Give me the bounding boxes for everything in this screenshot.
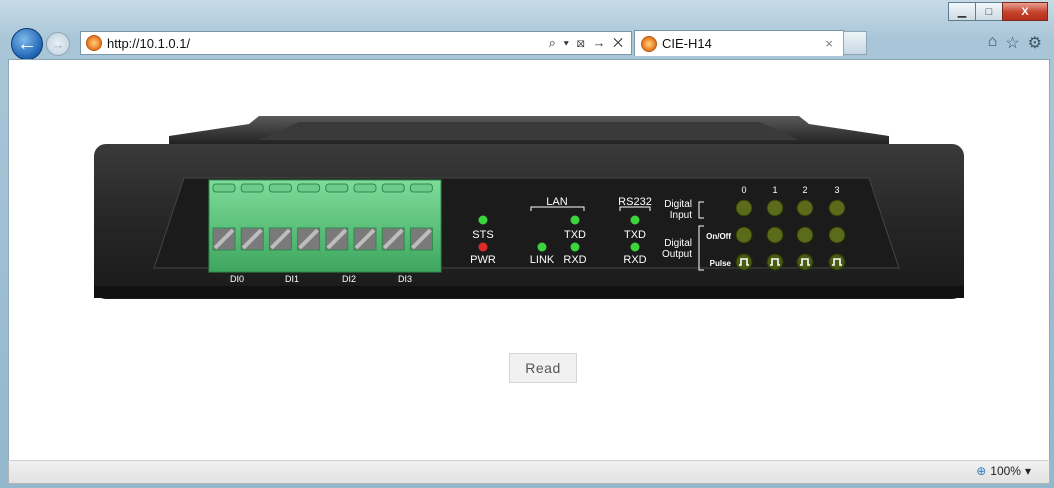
forward-arrow-icon: → bbox=[51, 36, 65, 52]
digital-output-pulse-led-2[interactable] bbox=[796, 253, 814, 271]
zoom-dropdown-icon[interactable]: ▾ bbox=[1025, 464, 1031, 478]
tab-close-icon[interactable]: × bbox=[825, 36, 833, 51]
lan-link-label: LINK bbox=[530, 254, 555, 266]
terminal-screw-icon bbox=[381, 183, 405, 193]
terminal-screw-icon bbox=[240, 183, 264, 193]
address-bar[interactable]: http://10.1.0.1/ ⌕ ▾ ⊠ → ✕ bbox=[80, 31, 632, 55]
device-top-bevel bbox=[259, 122, 799, 140]
digital-output-pulse-led-0[interactable] bbox=[735, 253, 753, 271]
digital-input-label-2: Input bbox=[670, 210, 692, 221]
digital-input-label-1: Digital bbox=[664, 199, 692, 210]
sts-led-icon bbox=[478, 215, 488, 225]
terminal-screw-icon bbox=[325, 183, 349, 193]
terminal-label-di2: DI2 bbox=[342, 274, 356, 284]
site-favicon-icon bbox=[86, 35, 102, 51]
maximize-button[interactable]: □ bbox=[975, 2, 1003, 21]
star-icon[interactable]: ☆ bbox=[1005, 33, 1019, 53]
zoom-level: 100% bbox=[990, 464, 1021, 478]
url-text[interactable]: http://10.1.0.1/ bbox=[107, 36, 190, 51]
browser-window: ▁ □ X ← → http://10.1.0.1/ ⌕ ▾ ⊠ → ✕ CIE… bbox=[0, 0, 1054, 488]
gear-icon[interactable]: ⚙ bbox=[1028, 33, 1042, 53]
digital-output-onoff-led-1[interactable] bbox=[766, 226, 784, 244]
lan-txd-label: TXD bbox=[564, 229, 586, 241]
digital-output-label-2: Output bbox=[662, 249, 692, 260]
terminal-label-di1: DI1 bbox=[285, 274, 299, 284]
pulse-label: Pulse bbox=[710, 259, 732, 268]
channel-number-2: 2 bbox=[802, 185, 807, 195]
address-tools[interactable]: ⌕ ▾ ⊠ → ✕ bbox=[549, 35, 625, 51]
terminal-screw-icon bbox=[409, 183, 433, 193]
sts-label: STS bbox=[472, 229, 493, 241]
browser-tools: ⌂ ☆ ⚙ bbox=[988, 33, 1042, 53]
digital-output-onoff-led-3[interactable] bbox=[828, 226, 846, 244]
read-button[interactable]: Read bbox=[509, 353, 577, 383]
lan-rxd-label: RXD bbox=[563, 254, 586, 266]
terminal-screw-icon bbox=[268, 183, 292, 193]
terminal-screw-icon bbox=[212, 183, 236, 193]
rs232-rxd-led-icon bbox=[630, 242, 640, 252]
digital-input-led-3 bbox=[828, 199, 846, 217]
terminal-block bbox=[208, 179, 442, 273]
pwr-led-icon bbox=[478, 242, 488, 252]
lan-txd-led-icon bbox=[570, 215, 580, 225]
channel-number-0: 0 bbox=[741, 185, 746, 195]
close-button[interactable]: X bbox=[1002, 2, 1048, 21]
channel-number-3: 3 bbox=[834, 185, 839, 195]
back-arrow-icon: ← bbox=[17, 32, 37, 55]
digital-output-onoff-led-2[interactable] bbox=[796, 226, 814, 244]
digital-input-led-2 bbox=[796, 199, 814, 217]
new-tab-button[interactable] bbox=[843, 31, 867, 55]
digital-output-pulse-led-3[interactable] bbox=[828, 253, 846, 271]
window-controls: ▁ □ X bbox=[948, 2, 1048, 21]
tab-cie-h14[interactable]: CIE-H14 × bbox=[634, 30, 844, 56]
home-icon[interactable]: ⌂ bbox=[988, 33, 998, 53]
lan-rxd-led-icon bbox=[570, 242, 580, 252]
tab-favicon-icon bbox=[641, 35, 657, 52]
status-bar: ⊕ 100% ▾ bbox=[8, 460, 1050, 484]
lan-title: LAN bbox=[546, 196, 567, 208]
zoom-control[interactable]: ⊕ 100% ▾ bbox=[976, 464, 1031, 478]
device-base bbox=[94, 286, 964, 298]
rs232-txd-label: TXD bbox=[624, 229, 646, 241]
zoom-icon: ⊕ bbox=[976, 464, 987, 478]
navigation-bar: ← → http://10.1.0.1/ ⌕ ▾ ⊠ → ✕ CIE-H14 ×… bbox=[0, 27, 1054, 60]
terminal-screw-icon bbox=[297, 183, 321, 193]
terminal-label-di0: DI0 bbox=[230, 274, 244, 284]
lan-link-led-icon bbox=[537, 242, 547, 252]
forward-button[interactable]: → bbox=[46, 32, 70, 56]
channel-number-1: 1 bbox=[772, 185, 777, 195]
digital-output-onoff-led-0[interactable] bbox=[735, 226, 753, 244]
pwr-label: PWR bbox=[470, 254, 496, 266]
device-panel: DI0 DI1 DI2 DI3 STS PWR LAN TXD LINK RXD… bbox=[94, 116, 964, 299]
terminal-screw-icon bbox=[353, 183, 377, 193]
digital-output-pulse-led-1[interactable] bbox=[766, 253, 784, 271]
back-button[interactable]: ← bbox=[11, 28, 43, 60]
digital-input-led-0 bbox=[735, 199, 753, 217]
page-content: DI0 DI1 DI2 DI3 STS PWR LAN TXD LINK RXD… bbox=[8, 59, 1050, 462]
digital-output-label-1: Digital bbox=[664, 238, 692, 249]
rs232-title: RS232 bbox=[618, 196, 652, 208]
terminal-label-di3: DI3 bbox=[398, 274, 412, 284]
rs232-txd-led-icon bbox=[630, 215, 640, 225]
tab-title: CIE-H14 bbox=[662, 36, 712, 51]
digital-input-led-1 bbox=[766, 199, 784, 217]
onoff-label: On/Off bbox=[706, 232, 731, 241]
rs232-rxd-label: RXD bbox=[623, 254, 646, 266]
minimize-button[interactable]: ▁ bbox=[948, 2, 976, 21]
